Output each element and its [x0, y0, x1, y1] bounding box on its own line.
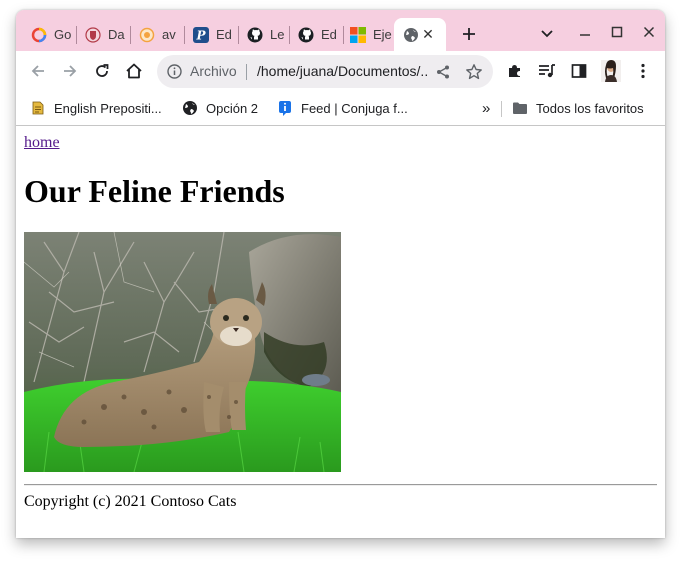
shield-crest-icon [85, 26, 101, 43]
bookmark-english-prepositions[interactable]: English Prepositi... [30, 99, 162, 117]
back-arrow-icon[interactable] [26, 59, 50, 83]
avatar[interactable] [599, 59, 623, 83]
tab-microsoft[interactable]: Eje [344, 18, 394, 51]
media-playlist-icon[interactable] [535, 59, 559, 83]
kebab-menu-icon[interactable] [631, 59, 655, 83]
close-window-icon[interactable] [637, 20, 661, 44]
github-icon [298, 27, 314, 43]
home-link[interactable]: home [24, 134, 60, 152]
bookmarks-overflow-button[interactable]: » [482, 99, 490, 117]
page-content: home Our Feline Friends Copyright (c) 20… [16, 126, 665, 538]
tab-label: Eje [373, 27, 392, 42]
bookmarks-divider [501, 101, 502, 117]
tab-strip: Go Da av P Ed Le Ed Eje ✕ [16, 10, 665, 51]
bookmark-label: Feed | Conjuga f... [301, 100, 408, 116]
google-icon [31, 27, 47, 43]
svg-text:P: P [195, 28, 206, 42]
tab-github-le[interactable]: Le [239, 18, 289, 51]
bobcat-photo [24, 232, 341, 472]
info-icon [277, 100, 293, 116]
browser-toolbar: Archivo /home/juana/Documentos/... [16, 51, 665, 91]
forward-arrow-icon[interactable] [58, 59, 82, 83]
github-icon [247, 27, 263, 43]
orange-circle-icon [139, 27, 155, 43]
bookmarks-bar: English Prepositi... Opción 2 Feed | Con… [16, 91, 665, 126]
tab-label: Ed [216, 27, 232, 42]
bookmark-label: Opción 2 [206, 100, 259, 116]
bookmark-label: Todos los favoritos [536, 100, 644, 116]
browser-window: Go Da av P Ed Le Ed Eje ✕ Archivo /home/… [16, 10, 665, 538]
folder-icon [512, 100, 528, 116]
document-icon [30, 100, 46, 116]
tab-label: Da [108, 27, 125, 42]
tab-google[interactable]: Go [16, 18, 76, 51]
tab-label: Go [54, 27, 72, 42]
tab-label: av [162, 27, 176, 42]
side-panel-icon[interactable] [567, 59, 591, 83]
home-icon[interactable] [122, 59, 146, 83]
tab-av[interactable]: av [131, 18, 184, 51]
tab-search-chevron-down-icon[interactable] [535, 22, 559, 46]
page-title: Our Feline Friends [24, 173, 285, 209]
tab-label: Le [270, 27, 285, 42]
tab-active-local-file[interactable]: ✕ [394, 18, 446, 51]
close-tab-icon[interactable]: ✕ [420, 26, 436, 42]
p-letter-icon: P [193, 26, 209, 43]
url-text[interactable]: /home/juana/Documentos/... [257, 63, 429, 79]
bookmark-opcion-2[interactable]: Opción 2 [182, 99, 258, 117]
new-tab-button[interactable] [457, 22, 481, 46]
bookmark-feed-conjuga[interactable]: Feed | Conjuga f... [277, 99, 408, 117]
tab-label: Ed [321, 27, 337, 42]
tab-github-ed[interactable]: Ed [290, 18, 343, 51]
maximize-icon[interactable] [605, 20, 629, 44]
info-icon[interactable] [167, 64, 182, 79]
share-icon[interactable] [435, 64, 451, 80]
bookmark-star-icon[interactable] [465, 63, 483, 81]
file-scheme-chip: Archivo [190, 63, 237, 79]
globe-icon [182, 100, 198, 116]
minimize-icon[interactable] [573, 22, 597, 46]
copyright-footer: Copyright (c) 2021 Contoso Cats [24, 493, 237, 510]
tab-p[interactable]: P Ed [185, 18, 238, 51]
microsoft-icon [350, 26, 366, 43]
omnibox-divider [246, 64, 247, 80]
address-bar[interactable]: Archivo /home/juana/Documentos/... [157, 55, 493, 88]
tab-crest[interactable]: Da [77, 18, 130, 51]
bookmark-label: English Prepositi... [54, 100, 162, 116]
horizontal-rule [24, 484, 657, 486]
reload-icon[interactable] [90, 59, 114, 83]
globe-icon [403, 27, 419, 43]
overflow-chevron-icon: » [482, 99, 491, 117]
all-bookmarks-folder[interactable]: Todos los favoritos [512, 99, 644, 117]
extensions-puzzle-icon[interactable] [503, 59, 527, 83]
